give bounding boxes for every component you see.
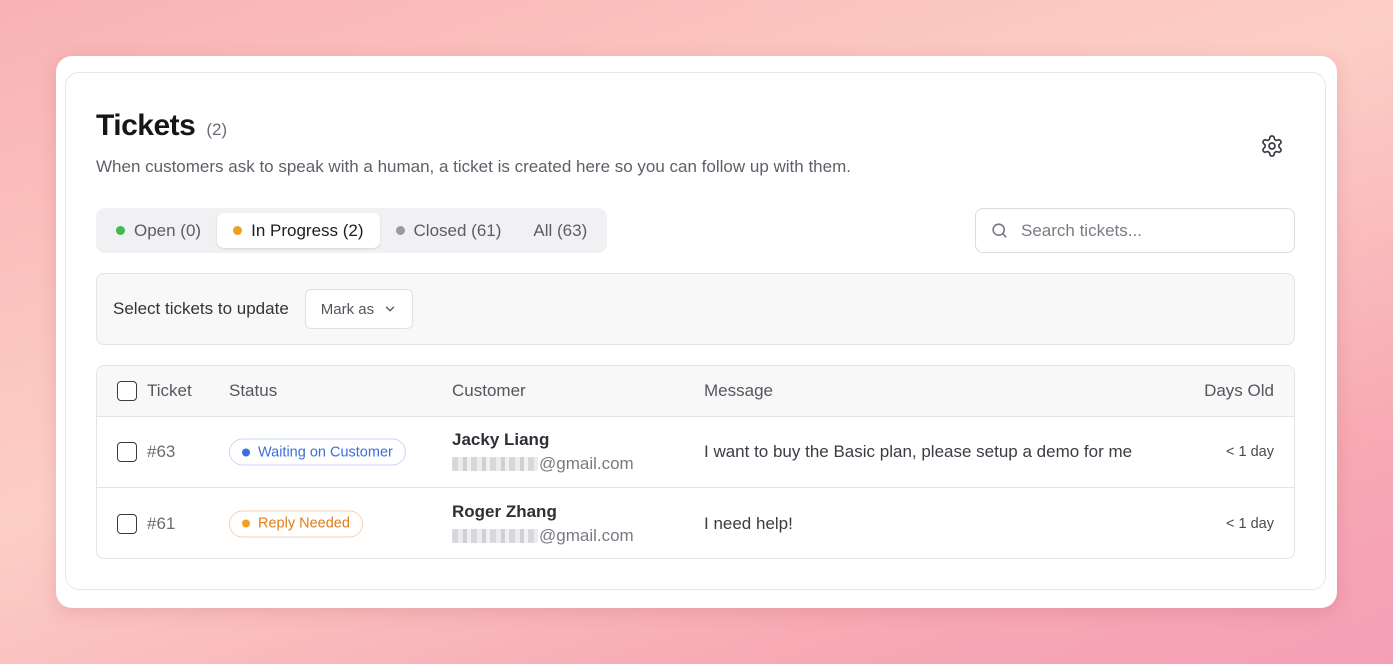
tickets-table: Ticket Status Customer Message Days Old … (96, 365, 1295, 559)
row-checkbox[interactable] (117, 442, 137, 462)
status-label: Reply Needed (258, 515, 350, 532)
select-all-checkbox[interactable] (117, 381, 137, 401)
search-box[interactable] (975, 208, 1295, 253)
table-row[interactable]: #63 Waiting on Customer Jacky Liang @gma… (97, 417, 1294, 488)
email-domain: @gmail.com (539, 454, 634, 473)
tab-open[interactable]: Open (0) (100, 213, 217, 248)
tab-label: In Progress (2) (251, 220, 364, 240)
mark-as-dropdown[interactable]: Mark as (304, 289, 414, 329)
redacted-email-part (452, 457, 538, 471)
page-title: Tickets (96, 109, 196, 142)
customer-cell: Roger Zhang @gmail.com (452, 502, 634, 546)
column-customer: Customer (452, 381, 526, 400)
email-domain: @gmail.com (539, 525, 634, 545)
ticket-id: #63 (147, 442, 176, 461)
outer-card: Tickets (2) When customers ask to speak … (56, 56, 1337, 608)
search-input[interactable] (1021, 220, 1281, 241)
days-old: < 1 day (1226, 444, 1274, 460)
redacted-email-part (452, 528, 538, 543)
tab-label: Open (0) (134, 220, 202, 240)
column-ticket: Ticket (147, 381, 192, 400)
column-status: Status (229, 381, 278, 400)
in-progress-dot (233, 226, 243, 235)
ticket-message: I want to buy the Basic plan, please set… (704, 442, 1133, 461)
customer-email: @gmail.com (452, 526, 634, 546)
mark-as-label: Mark as (320, 300, 375, 318)
closed-dot (395, 226, 405, 235)
customer-name: Roger Zhang (452, 501, 557, 521)
status-tabs: Open (0) In Progress (2) Closed (61) All… (96, 208, 608, 253)
table-row[interactable]: #61 Reply Needed Roger Zhang @gmail.com … (97, 488, 1294, 558)
status-dot (242, 448, 250, 456)
row-checkbox[interactable] (117, 513, 137, 534)
tab-closed[interactable]: Closed (61) (380, 213, 518, 248)
tab-label: Closed (61) (413, 220, 502, 240)
tab-label: All (63) (533, 220, 588, 240)
title-row: Tickets (2) (96, 109, 227, 143)
ticket-id: #61 (147, 513, 176, 533)
gear-icon (1262, 135, 1282, 157)
settings-button[interactable] (1259, 133, 1285, 159)
ticket-message: I need help! (704, 513, 793, 533)
open-dot (116, 226, 125, 235)
customer-name: Jacky Liang (452, 430, 550, 449)
status-dot (242, 519, 250, 528)
status-badge: Waiting on Customer (229, 438, 406, 466)
column-message: Message (704, 381, 773, 400)
days-old: < 1 day (1226, 515, 1274, 532)
column-days-old: Days Old (1204, 381, 1274, 400)
page-subtitle: When customers ask to speak with a human… (96, 157, 851, 176)
status-badge: Reply Needed (229, 510, 363, 537)
tickets-panel: Tickets (2) When customers ask to speak … (65, 72, 1326, 590)
bulk-action-bar: Select tickets to update Mark as (96, 273, 1295, 345)
customer-cell: Jacky Liang @gmail.com (452, 430, 634, 474)
search-icon (992, 223, 1007, 238)
tab-all[interactable]: All (63) (517, 213, 603, 248)
table-header: Ticket Status Customer Message Days Old (97, 366, 1294, 417)
customer-email: @gmail.com (452, 454, 634, 474)
chevron-down-icon (383, 302, 397, 316)
status-label: Waiting on Customer (258, 444, 393, 460)
ticket-count: (2) (206, 120, 228, 139)
bulk-label: Select tickets to update (113, 299, 289, 318)
tab-in-progress[interactable]: In Progress (2) (217, 213, 380, 248)
